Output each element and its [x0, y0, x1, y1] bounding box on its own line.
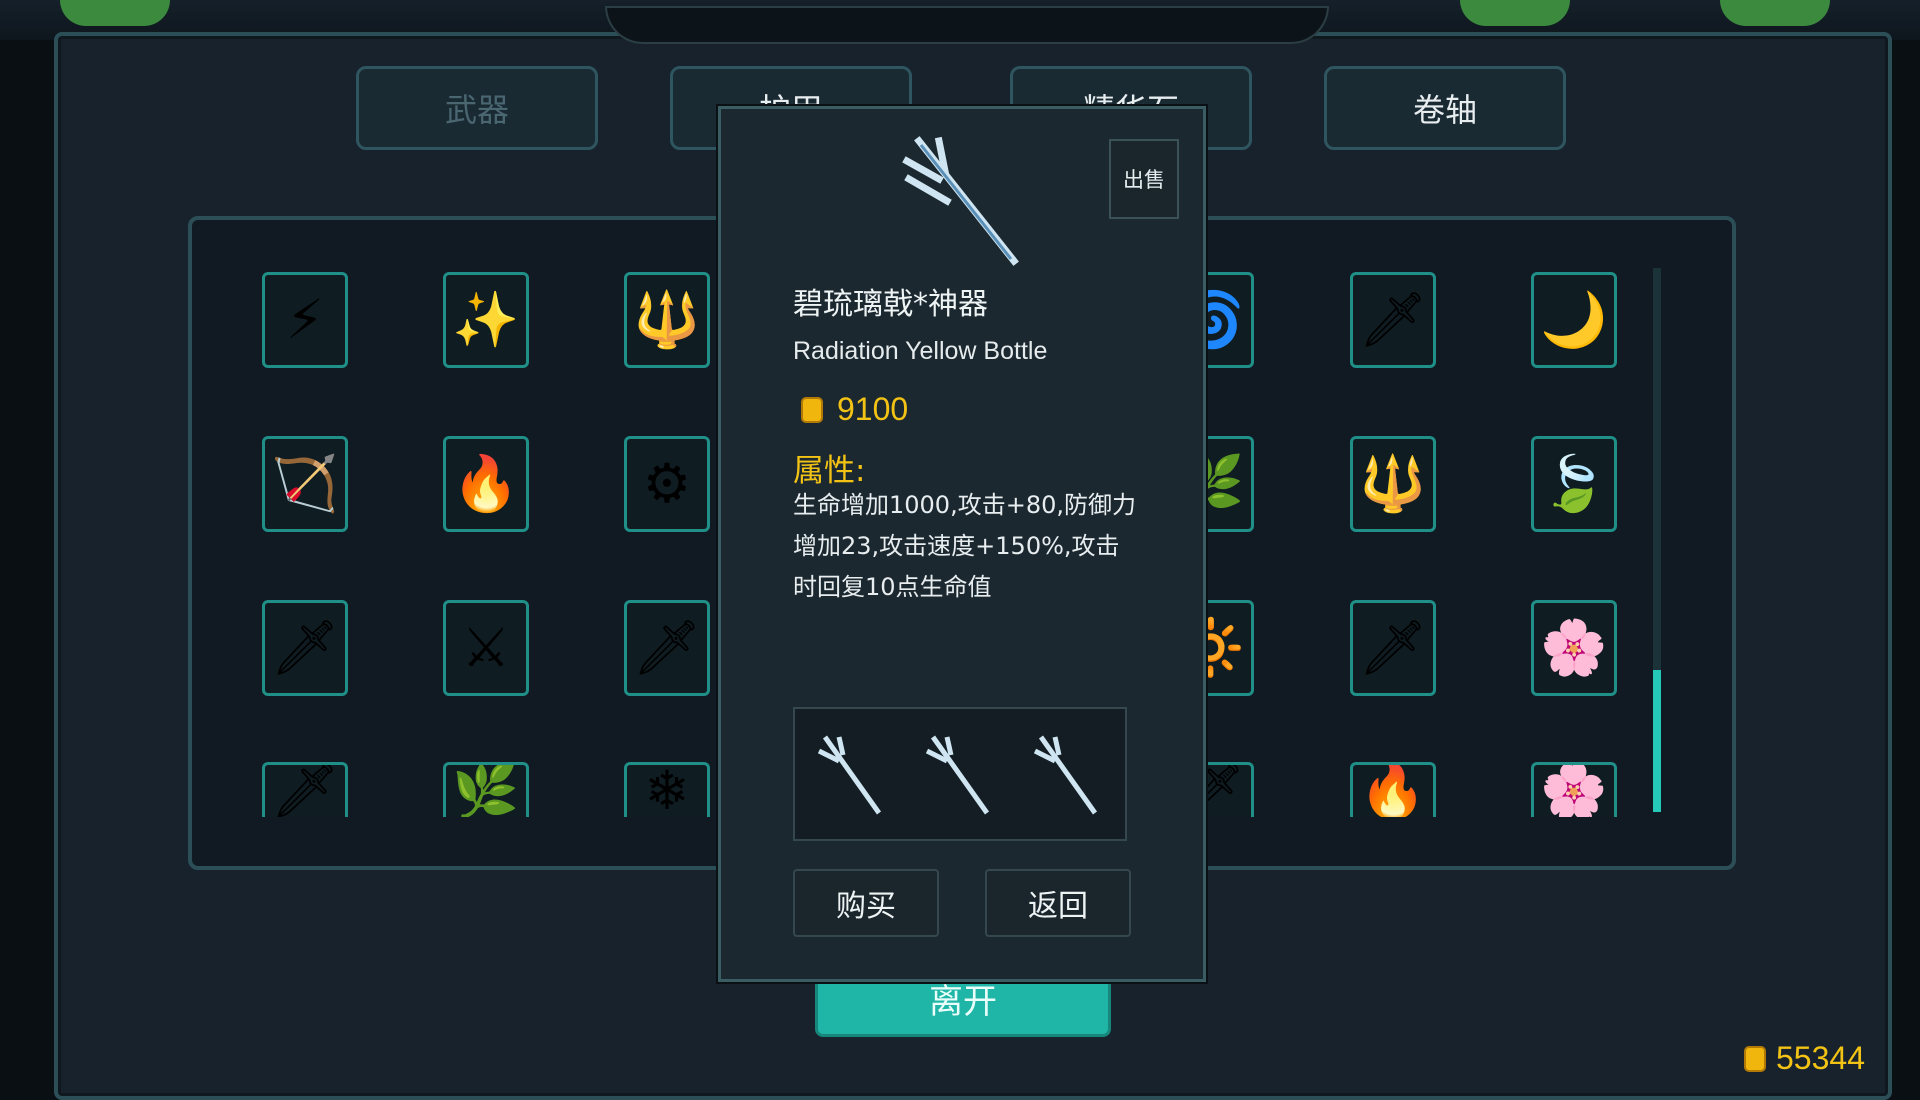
- plant-decoration-left: [60, 0, 170, 26]
- trident-icon: [815, 729, 885, 819]
- sell-button[interactable]: 出售: [1109, 139, 1179, 219]
- attributes-line: 生命增加1000,攻击+80,防御力: [793, 491, 1136, 519]
- item-price: 9100: [801, 391, 908, 428]
- item-slot[interactable]: 🗡: [262, 762, 348, 817]
- weapon-icon: 🗡: [270, 616, 340, 679]
- attributes-line: 时回复10点生命值: [793, 573, 992, 601]
- gold-coin-icon: [1744, 1045, 1766, 1072]
- weapon-icon: 🗡: [1358, 288, 1428, 351]
- weapon-icon: 🔥: [452, 452, 520, 515]
- item-slot[interactable]: 🔱: [624, 272, 710, 368]
- plant-decoration-right: [1720, 0, 1830, 26]
- item-slot[interactable]: ⚔: [443, 600, 529, 696]
- weapon-icon: 🔱: [633, 288, 701, 351]
- weapon-icon: 🌸: [1540, 762, 1608, 817]
- item-slot[interactable]: ✨: [443, 272, 529, 368]
- grid-scrollbar-thumb[interactable]: [1653, 670, 1661, 812]
- item-detail-modal: 出售 碧琉璃戟*神器 Radiation Yellow Bottle 9100 …: [718, 106, 1206, 982]
- gold-coin-icon: [801, 396, 823, 423]
- item-preview-strip: [793, 707, 1127, 841]
- item-slot[interactable]: 🗡: [1350, 600, 1436, 696]
- item-slot[interactable]: ⚡: [262, 272, 348, 368]
- tab-weapons[interactable]: 武器: [356, 66, 598, 150]
- weapon-icon: 🌸: [1540, 616, 1608, 679]
- weapon-icon: ✨: [452, 288, 520, 351]
- item-slot[interactable]: 🔥: [1350, 762, 1436, 817]
- tab-scrolls[interactable]: 卷轴: [1324, 66, 1566, 150]
- sell-button-label: 出售: [1123, 168, 1165, 192]
- weapon-icon: ⚡: [286, 288, 324, 351]
- leave-button[interactable]: 离开: [815, 975, 1111, 1037]
- item-slot[interactable]: 🌙: [1531, 272, 1617, 368]
- item-slot[interactable]: 🗡: [262, 600, 348, 696]
- item-price-value: 9100: [837, 391, 909, 427]
- item-slot[interactable]: 🔥: [443, 436, 529, 532]
- back-button[interactable]: 返回: [985, 869, 1131, 937]
- attributes-label: 属性:: [793, 453, 866, 489]
- trident-icon: [899, 131, 1029, 271]
- weapon-icon: 🗡: [632, 616, 702, 679]
- attributes-text: 生命增加1000,攻击+80,防御力 增加23,攻击速度+150%,攻击 时回复…: [793, 485, 1173, 608]
- trident-icon: [923, 729, 993, 819]
- item-slot[interactable]: 🏹: [262, 436, 348, 532]
- attributes-line: 增加23,攻击速度+150%,攻击: [793, 532, 1120, 560]
- item-name: 碧琉璃戟*神器: [793, 287, 988, 322]
- weapon-icon: 🔱: [1359, 452, 1427, 515]
- leave-button-label: 离开: [929, 982, 997, 1022]
- buy-button[interactable]: 购买: [793, 869, 939, 937]
- player-gold-value: 55344: [1776, 1040, 1865, 1076]
- weapon-icon: ⚔: [461, 616, 511, 679]
- trident-icon: [1031, 729, 1101, 819]
- player-gold: 55344: [1744, 1040, 1865, 1077]
- weapon-icon: 🍃: [1540, 452, 1608, 515]
- item-slot[interactable]: ❄: [624, 762, 710, 817]
- shop-panel-top-lip: [605, 6, 1329, 44]
- item-slot[interactable]: 🔱: [1350, 436, 1436, 532]
- item-slot[interactable]: 🌸: [1531, 762, 1617, 817]
- item-slot[interactable]: ⚙: [624, 436, 710, 532]
- weapon-icon: ⚙: [642, 452, 692, 515]
- weapon-icon: ❄: [644, 762, 690, 817]
- item-slot[interactable]: 🍃: [1531, 436, 1617, 532]
- item-slot[interactable]: 🗡: [624, 600, 710, 696]
- weapon-icon: 🔥: [1359, 762, 1427, 817]
- item-subtitle: Radiation Yellow Bottle: [793, 337, 1048, 365]
- weapon-icon: 🗡: [1358, 616, 1428, 679]
- weapon-icon: 🌿: [452, 762, 520, 817]
- plant-decoration-mid: [1460, 0, 1570, 26]
- back-button-label: 返回: [1028, 889, 1088, 924]
- weapon-icon: 🏹: [271, 452, 339, 515]
- item-slot[interactable]: 🌿: [443, 762, 529, 817]
- weapon-icon: 🗡: [270, 762, 340, 817]
- item-slot[interactable]: 🗡: [1350, 272, 1436, 368]
- item-slot[interactable]: 🌸: [1531, 600, 1617, 696]
- weapon-icon: 🌙: [1540, 288, 1608, 351]
- buy-button-label: 购买: [836, 889, 896, 924]
